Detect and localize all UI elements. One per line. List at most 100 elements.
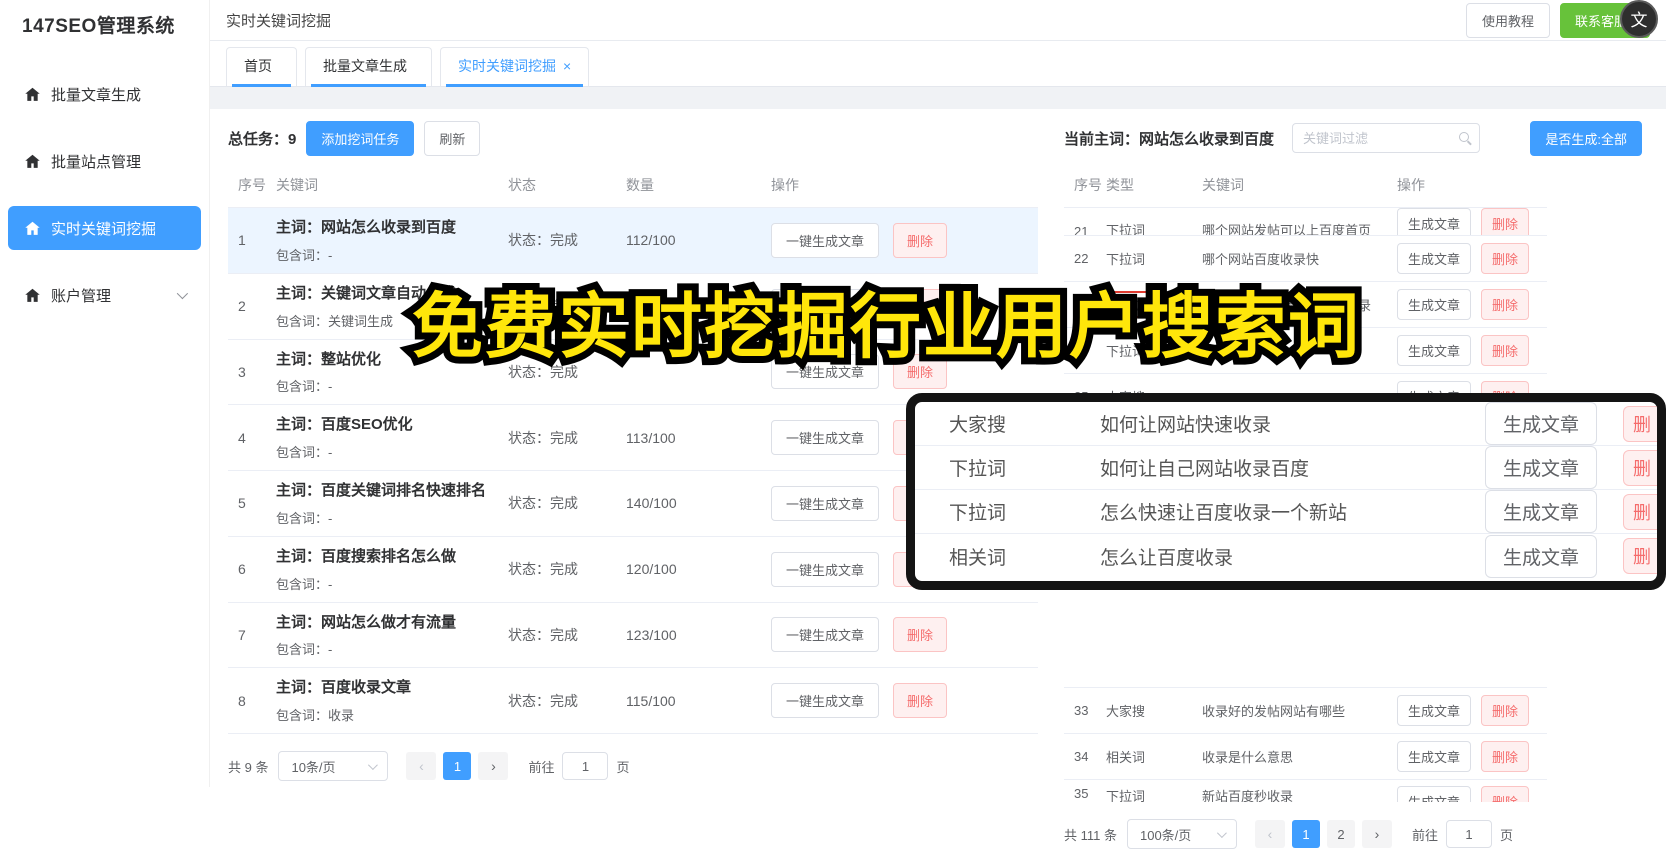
tutorial-button[interactable]: 使用教程 (1465, 2, 1550, 38)
sidebar-item-label: 实时关键词挖掘 (51, 220, 157, 238)
keyword-index: 35 (1074, 786, 1089, 801)
task-index: 5 (238, 495, 246, 512)
task-keyword-cell: 主词：百度关键词排名快速排名 包含词：- (276, 480, 508, 527)
generate-article-button[interactable]: 生成文章 (1484, 402, 1597, 445)
task-index: 3 (238, 363, 246, 380)
add-task-button[interactable]: 添加挖词任务 (306, 120, 415, 156)
goto-page: 前往 页 (1412, 820, 1513, 848)
delete-button[interactable]: 删除 (1481, 695, 1530, 726)
delete-button[interactable]: 删除 (1481, 786, 1530, 802)
generate-article-button[interactable]: 生成文章 (1397, 289, 1472, 320)
generate-article-button[interactable]: 一键生成文章 (771, 617, 880, 653)
delete-button[interactable]: 删除 (1481, 741, 1530, 772)
keyword-row: 34 相关词 收录是什么意思 生成文章 删除 (1064, 734, 1547, 780)
delete-button[interactable]: 删除 (893, 683, 948, 719)
tab-label: 实时关键词挖掘 (458, 58, 556, 74)
generate-article-button[interactable]: 生成文章 (1397, 208, 1472, 235)
next-page-button[interactable]: › (478, 752, 509, 780)
generate-article-button[interactable]: 一键生成文章 (771, 288, 880, 324)
keyword-filter-input[interactable] (1292, 123, 1481, 153)
task-quantity: 120/100 (626, 561, 677, 578)
generate-article-button[interactable]: 一键生成文章 (771, 420, 880, 456)
keyword-text: 怎么快速让百度收录一个新站 (1100, 503, 1348, 524)
goto-page-input[interactable] (1446, 820, 1492, 848)
delete-button[interactable]: 删除 (893, 222, 948, 258)
page-size-select[interactable]: 10条/页 (278, 751, 389, 781)
page-number[interactable]: 2 (1326, 820, 1355, 848)
keyword-index: 33 (1074, 703, 1089, 718)
page-size-select[interactable]: 100条/页 (1126, 819, 1237, 849)
sidebar-item[interactable]: 批量站点管理 (8, 139, 201, 183)
tasks-panel-header: 总任务：9 添加挖词任务 刷新 (228, 120, 1038, 156)
generate-article-button[interactable]: 生成文章 (1397, 695, 1472, 726)
sidebar-item[interactable]: 账户管理 (8, 273, 201, 317)
delete-button[interactable]: 删除 (893, 617, 948, 653)
magnified-keyword-row: 相关词 怎么让百度收录 生成文章 删 (915, 534, 1657, 578)
task-keyword-cell: 主词：百度搜索排名怎么做 包含词：- (276, 546, 508, 593)
col-action: 操作 (771, 177, 799, 193)
generate-article-button[interactable]: 生成文章 (1484, 446, 1597, 489)
generate-article-button[interactable]: 一键生成文章 (771, 551, 880, 587)
delete-button-partial[interactable]: 删 (1623, 406, 1657, 442)
content-gap (210, 87, 1666, 109)
delete-button-partial[interactable]: 删 (1623, 538, 1657, 574)
generate-article-button[interactable]: 生成文章 (1484, 534, 1597, 578)
task-keyword-cell: 主词：关键词文章自动生成 包含词：关键词生成 (276, 283, 508, 330)
generate-article-button[interactable]: 生成文章 (1397, 741, 1472, 772)
task-include-words: 包含词：- (276, 445, 333, 460)
generate-article-button[interactable]: 生成文章 (1397, 243, 1472, 274)
keyword-type: 下拉词 (1106, 789, 1146, 802)
generate-article-button[interactable]: 生成文章 (1397, 335, 1472, 366)
generate-article-button[interactable]: 生成文章 (1397, 786, 1472, 802)
prev-page-button[interactable]: ‹ (406, 752, 437, 780)
task-include-words: 包含词：- (276, 510, 333, 526)
col-type: 类型 (1106, 177, 1134, 193)
generate-article-button[interactable]: 一键生成文章 (771, 354, 880, 390)
next-page-button[interactable]: › (1361, 820, 1392, 848)
delete-button[interactable]: 删除 (893, 354, 948, 390)
generate-article-button[interactable]: 生成文章 (1484, 490, 1597, 533)
keyword-text: 哪个网站发帖可以上百度首页 (1202, 223, 1372, 236)
delete-button[interactable]: 删除 (1481, 335, 1530, 366)
delete-button-partial[interactable]: 删 (1623, 494, 1657, 530)
sidebar-item[interactable]: 批量文章生成 (8, 72, 201, 116)
sidebar-item[interactable]: 实时关键词挖掘 (8, 206, 201, 250)
magnified-keyword-row: 大家搜 如何让网站快速收录 生成文章 删 (915, 402, 1657, 446)
col-no: 序号 (1074, 177, 1102, 193)
delete-button[interactable]: 删除 (1481, 289, 1530, 320)
delete-button[interactable]: 删除 (1481, 208, 1530, 235)
task-main-word: 主词：百度SEO优化 (276, 416, 413, 434)
tab[interactable]: 首页 (226, 47, 297, 87)
tab[interactable]: 批量文章生成 (305, 47, 432, 87)
sidebar-item-label: 批量站点管理 (51, 153, 142, 171)
keyword-text: 新站百度秒收录 (1202, 789, 1294, 802)
keyword-actions: 生成文章 删除 (1397, 289, 1547, 320)
floating-widget-icon[interactable]: 文 (1620, 0, 1658, 38)
refresh-button[interactable]: 刷新 (424, 120, 481, 156)
generate-article-button[interactable]: 一键生成文章 (771, 485, 880, 521)
tab[interactable]: 实时关键词挖掘 × (440, 47, 590, 87)
close-icon[interactable]: × (563, 58, 571, 74)
page-number[interactable]: 1 (443, 752, 472, 780)
task-index: 4 (238, 429, 246, 446)
goto-page-input[interactable] (562, 752, 609, 780)
keyword-text: 哪个网站百度收录快 (1202, 252, 1320, 267)
delete-button-partial[interactable]: 删 (1623, 450, 1657, 486)
page-number[interactable]: 1 (1291, 820, 1320, 848)
task-quantity: 112/100 (626, 232, 676, 249)
task-actions: 一键生成文章 删除 (771, 222, 1038, 258)
prev-page-button[interactable]: ‹ (1254, 820, 1285, 848)
generate-article-button[interactable]: 一键生成文章 (771, 222, 880, 258)
task-quantity: 123/100 (626, 626, 677, 643)
tab-label: 首页 (244, 58, 272, 74)
magnified-keyword-row: 下拉词 如何让自己网站收录百度 生成文章 删 (915, 446, 1657, 490)
delete-button[interactable]: 删除 (893, 288, 948, 324)
task-main-word: 主词：网站怎么收录到百度 (276, 219, 457, 236)
generate-article-button[interactable]: 一键生成文章 (771, 683, 880, 719)
goto-label: 前往 (1411, 827, 1438, 843)
task-status: 状态：完成 (508, 561, 578, 578)
generate-all-button[interactable]: 是否生成:全部 (1530, 120, 1642, 156)
delete-button[interactable]: 删除 (1481, 243, 1530, 274)
goto-label: 前往 (528, 759, 555, 775)
total-tasks-label: 总任务：9 (228, 130, 297, 148)
